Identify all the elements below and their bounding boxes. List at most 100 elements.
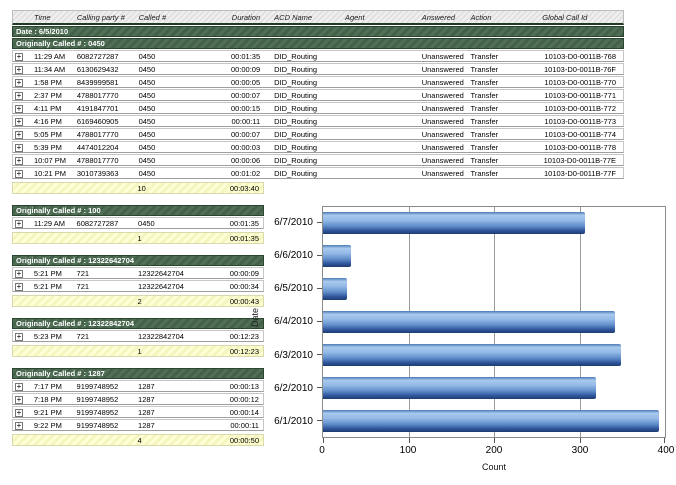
table-row: +9:21 PM9199748952128700:00:14: [12, 406, 264, 418]
expand-row-button[interactable]: +: [15, 422, 23, 430]
calling-cell: 9199748952: [75, 421, 136, 430]
group-summary-row: 100:12:23: [12, 345, 264, 357]
x-axis-tick-label: 0: [319, 445, 325, 456]
time-cell: 9:22 PM: [26, 421, 75, 430]
calling-cell: 721: [75, 282, 136, 291]
y-axis-tick-mark: [317, 387, 322, 388]
action-cell: Transfer: [466, 156, 536, 165]
column-header-answered: Answered: [414, 13, 466, 22]
expand-row-button[interactable]: +: [15, 118, 23, 126]
called-cell: 1287: [136, 395, 223, 404]
calls-by-date-bar-chart: Date 6/7/20106/6/20106/5/20106/4/20106/3…: [248, 196, 676, 485]
expand-row-button[interactable]: +: [15, 333, 23, 341]
table-row: +10:21 PM3010739363045000:01:02DID_Routi…: [12, 167, 624, 179]
gcid-cell: 10103-D0-0011B-77F: [535, 169, 623, 178]
column-header-acd-name: ACD Name: [264, 13, 334, 22]
bar-band: [323, 371, 665, 404]
table-row: +5:05 PM4788017770045000:00:07DID_Routin…: [12, 128, 624, 140]
called-cell: 0450: [137, 52, 225, 61]
gcid-cell: 10103-D0-0011B-77E: [535, 156, 623, 165]
expand-row-button[interactable]: +: [15, 105, 23, 113]
expand-row-button[interactable]: +: [15, 383, 23, 391]
table-row: +5:21 PM7211232264270400:00:09: [12, 267, 264, 279]
table-row: +11:29 AM6082727287045000:01:35: [12, 217, 264, 229]
calling-cell: 4474012204: [75, 143, 137, 152]
expand-cell: +: [13, 395, 26, 404]
acd-cell: DID_Routing: [264, 65, 334, 74]
group-summary-row: 400:00:50: [12, 434, 264, 446]
expand-row-button[interactable]: +: [15, 66, 23, 74]
y-axis-tick-mark: [317, 288, 322, 289]
x-axis-tick-label: 400: [658, 445, 675, 456]
expand-row-button[interactable]: +: [15, 409, 23, 417]
group-summary-row: 100:01:35: [12, 232, 264, 244]
expand-row-button[interactable]: +: [15, 270, 23, 278]
action-cell: Transfer: [466, 117, 536, 126]
x-axis-tick-label: 100: [400, 445, 417, 456]
table-row: +9:22 PM9199748952128700:00:11: [12, 419, 264, 431]
action-cell: Transfer: [466, 104, 536, 113]
y-axis-title: Date: [250, 308, 260, 327]
gcid-cell: 10103-D0-0011B-771: [535, 91, 623, 100]
time-cell: 4:16 PM: [26, 117, 75, 126]
duration-cell: 00:00:06: [224, 156, 264, 165]
bar-band: [323, 207, 665, 240]
calling-cell: 9199748952: [75, 408, 136, 417]
acd-cell: DID_Routing: [264, 156, 334, 165]
y-axis-tick-mark: [317, 354, 322, 355]
originally-called-group-header: Originally Called # : 0450: [12, 38, 624, 49]
gcid-cell: 10103-D0-0011B-772: [535, 104, 623, 113]
time-cell: 4:11 PM: [26, 104, 75, 113]
bar: [323, 212, 585, 234]
y-axis-tick-labels: 6/7/20106/6/20106/5/20106/4/20106/3/2010…: [264, 206, 316, 438]
calling-cell: 8439999581: [75, 78, 137, 87]
acd-cell: DID_Routing: [264, 117, 334, 126]
expand-row-button[interactable]: +: [15, 131, 23, 139]
expand-row-button[interactable]: +: [15, 396, 23, 404]
calling-cell: 721: [75, 332, 136, 341]
expand-cell: +: [13, 52, 26, 61]
plot-area: [322, 206, 666, 438]
time-cell: 10:21 PM: [26, 169, 75, 178]
expand-row-button[interactable]: +: [15, 220, 23, 228]
expand-cell: +: [13, 65, 26, 74]
expand-row-button[interactable]: +: [15, 144, 23, 152]
time-cell: 5:21 PM: [26, 282, 75, 291]
x-axis-tick-mark: [664, 438, 665, 443]
bar-band: [323, 273, 665, 306]
expand-cell: +: [13, 91, 26, 100]
expand-cell: +: [13, 169, 26, 178]
x-axis-tick-mark: [409, 438, 410, 443]
expand-row-button[interactable]: +: [15, 283, 23, 291]
time-cell: 11:29 AM: [26, 219, 75, 228]
called-cell: 0450: [137, 65, 225, 74]
gcid-cell: 10103-D0-0011B-770: [535, 78, 623, 87]
expand-row-button[interactable]: +: [15, 170, 23, 178]
action-cell: Transfer: [466, 91, 536, 100]
called-cell: 0450: [137, 91, 225, 100]
calling-cell: 9199748952: [75, 382, 136, 391]
bar-band: [323, 306, 665, 339]
table-row: +10:07 PM4788017770045000:00:06DID_Routi…: [12, 154, 624, 166]
column-header-agent: Agent: [334, 13, 414, 22]
table-row: +2:37 PM4788017770045000:00:07DID_Routin…: [12, 89, 624, 101]
x-axis-title: Count: [482, 462, 506, 472]
expand-row-button[interactable]: +: [15, 92, 23, 100]
expand-row-button[interactable]: +: [15, 79, 23, 87]
bar: [323, 344, 621, 366]
called-cell: 0450: [137, 169, 225, 178]
expand-row-button[interactable]: +: [15, 157, 23, 165]
calling-cell: 6082727287: [75, 219, 136, 228]
bar-band: [323, 404, 665, 437]
acd-cell: DID_Routing: [264, 91, 334, 100]
called-cell: 0450: [137, 130, 225, 139]
duration-cell: 00:00:11: [224, 117, 264, 126]
time-cell: 2:37 PM: [26, 91, 75, 100]
expand-row-button[interactable]: +: [15, 53, 23, 61]
called-cell: 0450: [136, 219, 223, 228]
duration-cell: 00:01:02: [224, 169, 264, 178]
called-cell: 0450: [137, 156, 225, 165]
acd-cell: DID_Routing: [264, 104, 334, 113]
called-cell: 0450: [137, 104, 225, 113]
bar: [323, 245, 351, 267]
